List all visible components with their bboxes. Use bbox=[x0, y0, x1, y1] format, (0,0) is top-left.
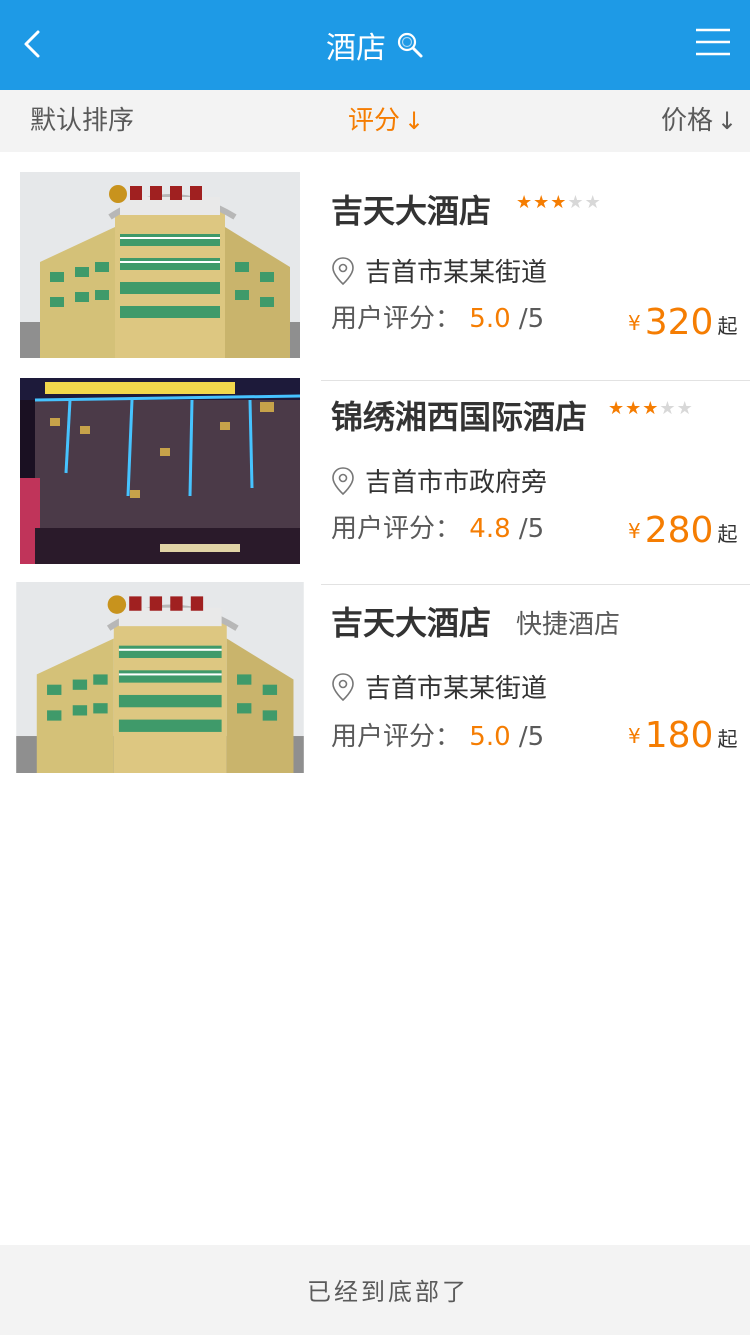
rating-score: 5.0 bbox=[469, 304, 511, 334]
hotel-price: ¥ 280 起 bbox=[628, 513, 737, 549]
hotel-name: 吉天大酒店 bbox=[331, 604, 492, 642]
user-rating: 用户评分： 4.8 /5 bbox=[331, 508, 544, 545]
hotel-list-item[interactable]: 吉天大酒店 ★★★★★ 吉首市某某街道 用户评分： 5.0 /5 ¥ 320 起 bbox=[0, 172, 750, 362]
rating-max: /5 bbox=[518, 304, 545, 334]
star-icon: ★ bbox=[533, 192, 551, 213]
star-icon: ★ bbox=[625, 398, 643, 419]
hotel-price: ¥ 320 起 bbox=[628, 305, 737, 341]
star-icon: ★ bbox=[550, 192, 568, 213]
star-icon: ★ bbox=[567, 192, 585, 213]
price-value: 180 bbox=[644, 715, 714, 756]
address-text: 吉首市某某街道 bbox=[365, 258, 548, 288]
end-of-list-text: 已经到底部了 bbox=[307, 1278, 469, 1306]
price-suffix: 起 bbox=[717, 314, 738, 338]
price-suffix: 起 bbox=[717, 727, 738, 751]
page-title: 酒店 bbox=[326, 31, 386, 66]
star-icon: ★ bbox=[676, 398, 694, 419]
currency-symbol: ¥ bbox=[628, 311, 641, 335]
sort-price[interactable]: 价格 ↓ bbox=[661, 90, 737, 152]
star-icon: ★ bbox=[584, 192, 602, 213]
hotel-photo bbox=[20, 172, 300, 358]
location-pin-icon bbox=[332, 256, 354, 285]
hotel-address: 吉首市某某街道 bbox=[331, 252, 547, 289]
rating-max: /5 bbox=[518, 514, 545, 544]
rating-label: 用户评分： bbox=[331, 514, 462, 544]
hotel-type-tag: 快捷酒店 bbox=[516, 610, 621, 640]
star-icon: ★ bbox=[608, 398, 626, 419]
location-pin-icon bbox=[332, 672, 354, 701]
sort-default[interactable]: 默认排序 bbox=[30, 90, 134, 152]
hotel-name: 吉天大酒店 bbox=[331, 192, 492, 230]
price-suffix: 起 bbox=[717, 522, 738, 546]
hotel-photo bbox=[16, 582, 304, 773]
star-icon: ★ bbox=[516, 192, 534, 213]
currency-symbol: ¥ bbox=[628, 519, 641, 543]
sort-price-label: 价格 bbox=[661, 106, 714, 136]
address-text: 吉首市某某街道 bbox=[365, 674, 548, 704]
app-header: 酒店 bbox=[0, 0, 750, 90]
hotel-name: 锦绣湘西国际酒店 bbox=[331, 398, 588, 436]
address-text: 吉首市市政府旁 bbox=[365, 468, 548, 498]
user-rating: 用户评分： 5.0 /5 bbox=[331, 298, 544, 335]
sort-bar: 默认排序 评分 ↓ 价格 ↓ bbox=[0, 90, 750, 152]
rating-max: /5 bbox=[518, 722, 545, 752]
hotel-list-item[interactable]: 吉天大酒店 快捷酒店 吉首市某某街道 用户评分： 5.0 /5 ¥ 180 起 bbox=[0, 582, 750, 773]
rating-score: 4.8 bbox=[469, 514, 511, 544]
currency-symbol: ¥ bbox=[628, 724, 641, 748]
rating-label: 用户评分： bbox=[331, 722, 462, 752]
list-end-footer: 已经到底部了 bbox=[0, 1245, 750, 1335]
location-pin-icon bbox=[332, 466, 354, 495]
search-icon[interactable] bbox=[396, 31, 424, 59]
menu-icon[interactable] bbox=[696, 27, 730, 57]
price-value: 320 bbox=[644, 302, 714, 343]
arrow-down-icon: ↓ bbox=[404, 107, 425, 135]
sort-rating[interactable]: 评分 ↓ bbox=[348, 90, 424, 152]
star-icon: ★ bbox=[659, 398, 677, 419]
hotel-list-page: 酒店 默认排序 评分 ↓ 价格 ↓ 吉天大酒店 ★★★★★ 吉首市某某街道 用户… bbox=[0, 0, 750, 1335]
sort-rating-label: 评分 bbox=[348, 106, 401, 136]
rating-score: 5.0 bbox=[469, 722, 511, 752]
star-rating: ★★★★★ bbox=[608, 398, 694, 419]
user-rating: 用户评分： 5.0 /5 bbox=[331, 716, 544, 753]
star-rating: ★★★★★ bbox=[516, 192, 602, 213]
hotel-address: 吉首市市政府旁 bbox=[331, 462, 547, 499]
page-title-wrap: 酒店 bbox=[0, 0, 750, 90]
arrow-down-icon: ↓ bbox=[717, 107, 738, 135]
sort-default-label: 默认排序 bbox=[30, 106, 135, 136]
hotel-photo bbox=[20, 378, 300, 564]
hotel-address: 吉首市某某街道 bbox=[331, 668, 547, 705]
rating-label: 用户评分： bbox=[331, 304, 462, 334]
hotel-list-item[interactable]: 锦绣湘西国际酒店 ★★★★★ 吉首市市政府旁 用户评分： 4.8 /5 ¥ 28… bbox=[0, 378, 750, 568]
star-icon: ★ bbox=[642, 398, 660, 419]
price-value: 280 bbox=[644, 510, 714, 551]
hotel-price: ¥ 180 起 bbox=[628, 718, 737, 754]
